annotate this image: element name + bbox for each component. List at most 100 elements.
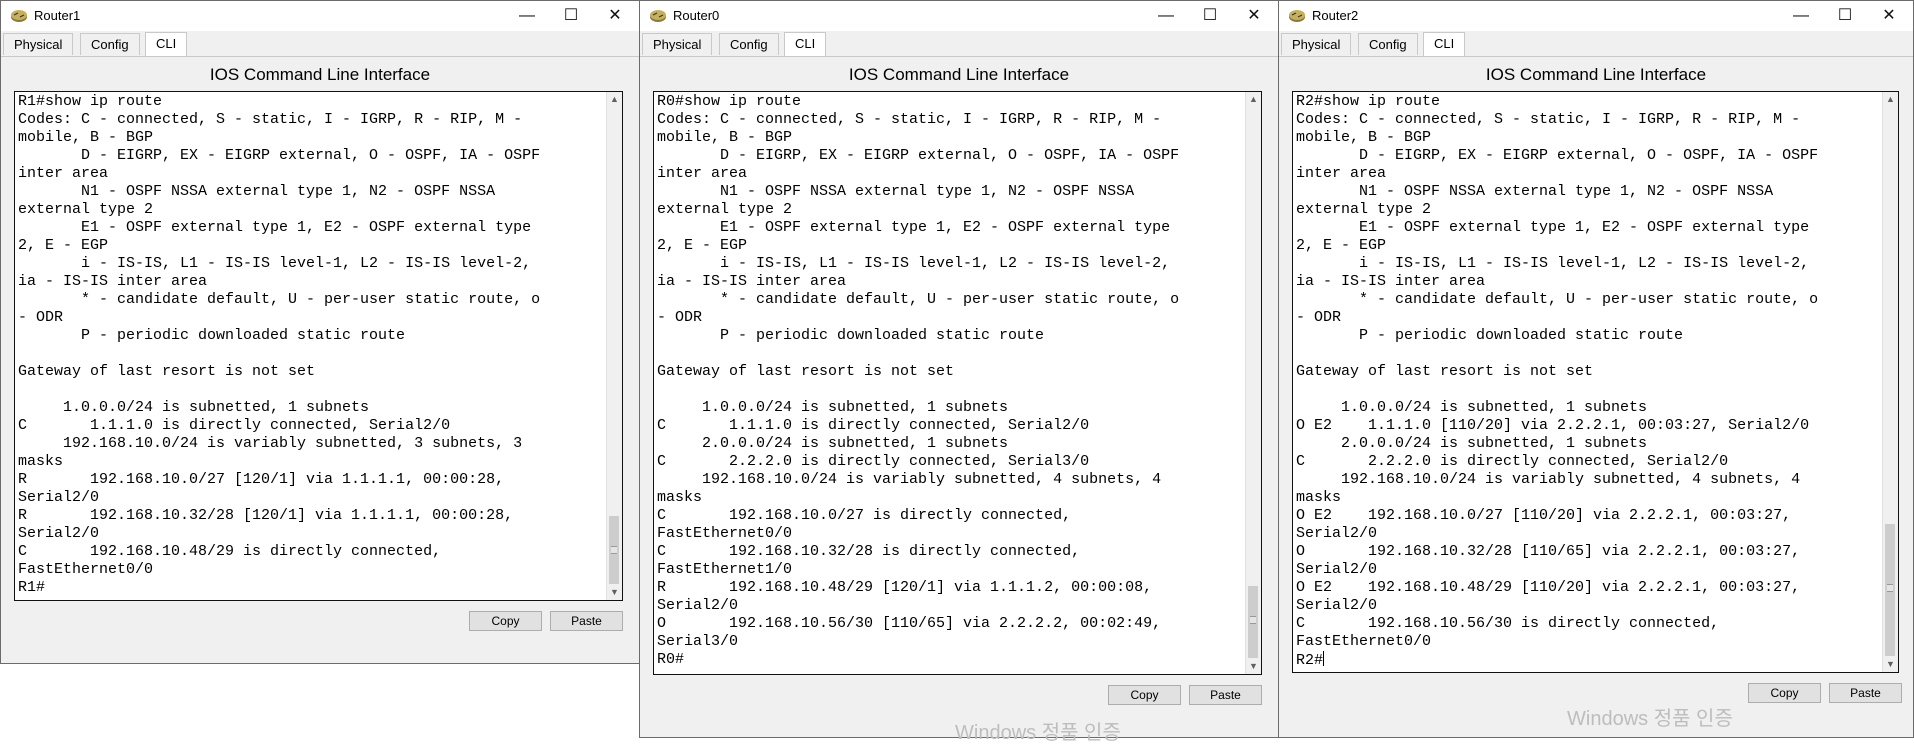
close-icon[interactable]: ✕ [1867, 1, 1911, 31]
paste-button[interactable]: Paste [1829, 683, 1902, 703]
close-icon[interactable]: ✕ [1232, 1, 1276, 31]
scroll-down-icon[interactable]: ▼ [607, 585, 622, 600]
terminal-output: R2#show ip route Codes: C - connected, S … [1296, 93, 1882, 672]
cli-panel: IOS Command Line Interface R2#show ip ro… [1279, 57, 1913, 737]
terminal-line: 2.0.0.0/24 is subnetted, 1 subnets [1296, 435, 1648, 452]
copy-button[interactable]: Copy [469, 611, 542, 631]
title-bar[interactable]: Router2 — ☐ ✕ [1279, 1, 1913, 31]
terminal-line: mobile, B - BGP [657, 129, 793, 146]
terminal-line: - ODR [657, 309, 703, 326]
terminal-line: 2, E - EGP [18, 237, 109, 254]
terminal-line: C 192.168.10.0/27 is directly connected, [657, 507, 1072, 524]
tab-physical[interactable]: Physical [1281, 33, 1352, 55]
copy-button[interactable]: Copy [1748, 683, 1821, 703]
scroll-up-icon[interactable]: ▲ [1246, 92, 1261, 107]
title-bar[interactable]: Router0 — ☐ ✕ [640, 1, 1278, 31]
terminal-line: Gateway of last resort is not set [657, 363, 955, 380]
maximize-icon[interactable]: ☐ [1188, 1, 1232, 31]
terminal-line: Serial2/0 [1296, 525, 1378, 542]
terminal-line: Gateway of last resort is not set [18, 363, 316, 380]
scroll-grip-icon [1887, 584, 1893, 592]
terminal-line: 1.0.0.0/24 is subnetted, 1 subnets [1296, 399, 1648, 416]
title-bar[interactable]: Router1 — ☐ ✕ [1, 1, 639, 31]
terminal-line: R2#show ip route [1296, 93, 1441, 110]
terminal-line: R1#show ip route [18, 93, 163, 110]
terminal-line: E1 - OSPF external type 1, E2 - OSPF ext… [657, 219, 1171, 236]
scroll-grip-icon [611, 546, 617, 554]
terminal-console[interactable]: R0#show ip route Codes: C - connected, S … [653, 91, 1262, 675]
tab-physical[interactable]: Physical [642, 33, 713, 55]
terminal-line: inter area [18, 165, 109, 182]
router-app-icon [11, 10, 27, 22]
text-cursor [1323, 651, 1325, 666]
terminal-line: Codes: C - connected, S - static, I - IG… [1296, 111, 1801, 128]
terminal-line: O E2 1.1.1.0 [110/20] via 2.2.2.1, 00:03… [1296, 417, 1810, 434]
cli-panel: IOS Command Line Interface R1#show ip ro… [1, 57, 639, 663]
tab-config[interactable]: Config [719, 33, 779, 55]
terminal-line: 192.168.10.0/24 is variably subnetted, 4… [1296, 471, 1801, 488]
terminal-line: R 192.168.10.48/29 [120/1] via 1.1.1.2, … [657, 579, 1153, 596]
terminal-line: ia - IS-IS inter area [657, 273, 847, 290]
terminal-console[interactable]: R1#show ip route Codes: C - connected, S … [14, 91, 623, 601]
tab-cli[interactable]: CLI [145, 32, 188, 56]
tab-cli[interactable]: CLI [784, 32, 827, 56]
vertical-scrollbar[interactable]: ▲ ▼ [1882, 92, 1898, 672]
scroll-down-icon[interactable]: ▼ [1883, 657, 1898, 672]
scroll-thumb[interactable] [1885, 524, 1895, 656]
terminal-line: i - IS-IS, L1 - IS-IS level-1, L2 - IS-I… [1296, 255, 1810, 272]
panel-heading: IOS Command Line Interface [209, 65, 431, 84]
terminal-line: FastEthernet0/0 [1296, 633, 1432, 650]
scroll-up-icon[interactable]: ▲ [607, 92, 622, 107]
vertical-scrollbar[interactable]: ▲ ▼ [1245, 92, 1261, 674]
maximize-icon[interactable]: ☐ [549, 1, 593, 31]
scroll-thumb[interactable] [609, 516, 619, 584]
terminal-line: 1.0.0.0/24 is subnetted, 1 subnets [18, 399, 370, 416]
minimize-icon[interactable]: — [1779, 1, 1823, 31]
tab-physical[interactable]: Physical [3, 33, 74, 55]
terminal-line: N1 - OSPF NSSA external type 1, N2 - OSP… [657, 183, 1135, 200]
copy-button[interactable]: Copy [1108, 685, 1181, 705]
scroll-down-icon[interactable]: ▼ [1246, 659, 1261, 674]
terminal-line: 192.168.10.0/24 is variably subnetted, 4… [657, 471, 1162, 488]
terminal-line: Serial2/0 [1296, 561, 1378, 578]
terminal-console[interactable]: R2#show ip route Codes: C - connected, S … [1292, 91, 1899, 673]
terminal-line: Serial2/0 [1296, 597, 1378, 614]
vertical-scrollbar[interactable]: ▲ ▼ [606, 92, 622, 600]
terminal-line: R 192.168.10.32/28 [120/1] via 1.1.1.1, … [18, 507, 514, 524]
panel-heading: IOS Command Line Interface [1485, 65, 1707, 84]
paste-button[interactable]: Paste [550, 611, 623, 631]
terminal-line: Serial2/0 [657, 597, 739, 614]
tab-cli[interactable]: CLI [1423, 32, 1466, 56]
terminal-line: N1 - OSPF NSSA external type 1, N2 - OSP… [18, 183, 496, 200]
tab-config[interactable]: Config [1358, 33, 1418, 55]
terminal-line: C 1.1.1.0 is directly connected, Serial2… [18, 417, 451, 434]
terminal-line: Codes: C - connected, S - static, I - IG… [657, 111, 1162, 128]
terminal-line: P - periodic downloaded static route [657, 327, 1045, 344]
terminal-line: D - EIGRP, EX - EIGRP external, O - OSPF… [18, 147, 541, 164]
scroll-up-icon[interactable]: ▲ [1883, 92, 1898, 107]
minimize-icon[interactable]: — [505, 1, 549, 31]
tab-bar: Physical Config CLI [1, 31, 639, 57]
terminal-line: i - IS-IS, L1 - IS-IS level-1, L2 - IS-I… [657, 255, 1171, 272]
terminal-line: D - EIGRP, EX - EIGRP external, O - OSPF… [657, 147, 1180, 164]
scroll-grip-icon [1250, 616, 1256, 624]
scroll-thumb[interactable] [1248, 586, 1258, 658]
terminal-line: 2, E - EGP [657, 237, 748, 254]
activation-watermark: Windows 정품 인증 [1567, 708, 1733, 730]
terminal-line: Serial2/0 [18, 489, 100, 506]
tab-config[interactable]: Config [80, 33, 140, 55]
terminal-line: 2, E - EGP [1296, 237, 1387, 254]
terminal-line: Codes: C - connected, S - static, I - IG… [18, 111, 523, 128]
paste-button[interactable]: Paste [1189, 685, 1262, 705]
minimize-icon[interactable]: — [1144, 1, 1188, 31]
terminal-line: R0# [657, 651, 685, 668]
maximize-icon[interactable]: ☐ [1823, 1, 1867, 31]
terminal-line: 192.168.10.0/24 is variably subnetted, 3… [18, 435, 523, 452]
terminal-line: P - periodic downloaded static route [1296, 327, 1684, 344]
window-title: Router2 [1312, 8, 1359, 23]
close-icon[interactable]: ✕ [593, 1, 637, 31]
terminal-line: O E2 192.168.10.0/27 [110/20] via 2.2.2.… [1296, 507, 1792, 524]
